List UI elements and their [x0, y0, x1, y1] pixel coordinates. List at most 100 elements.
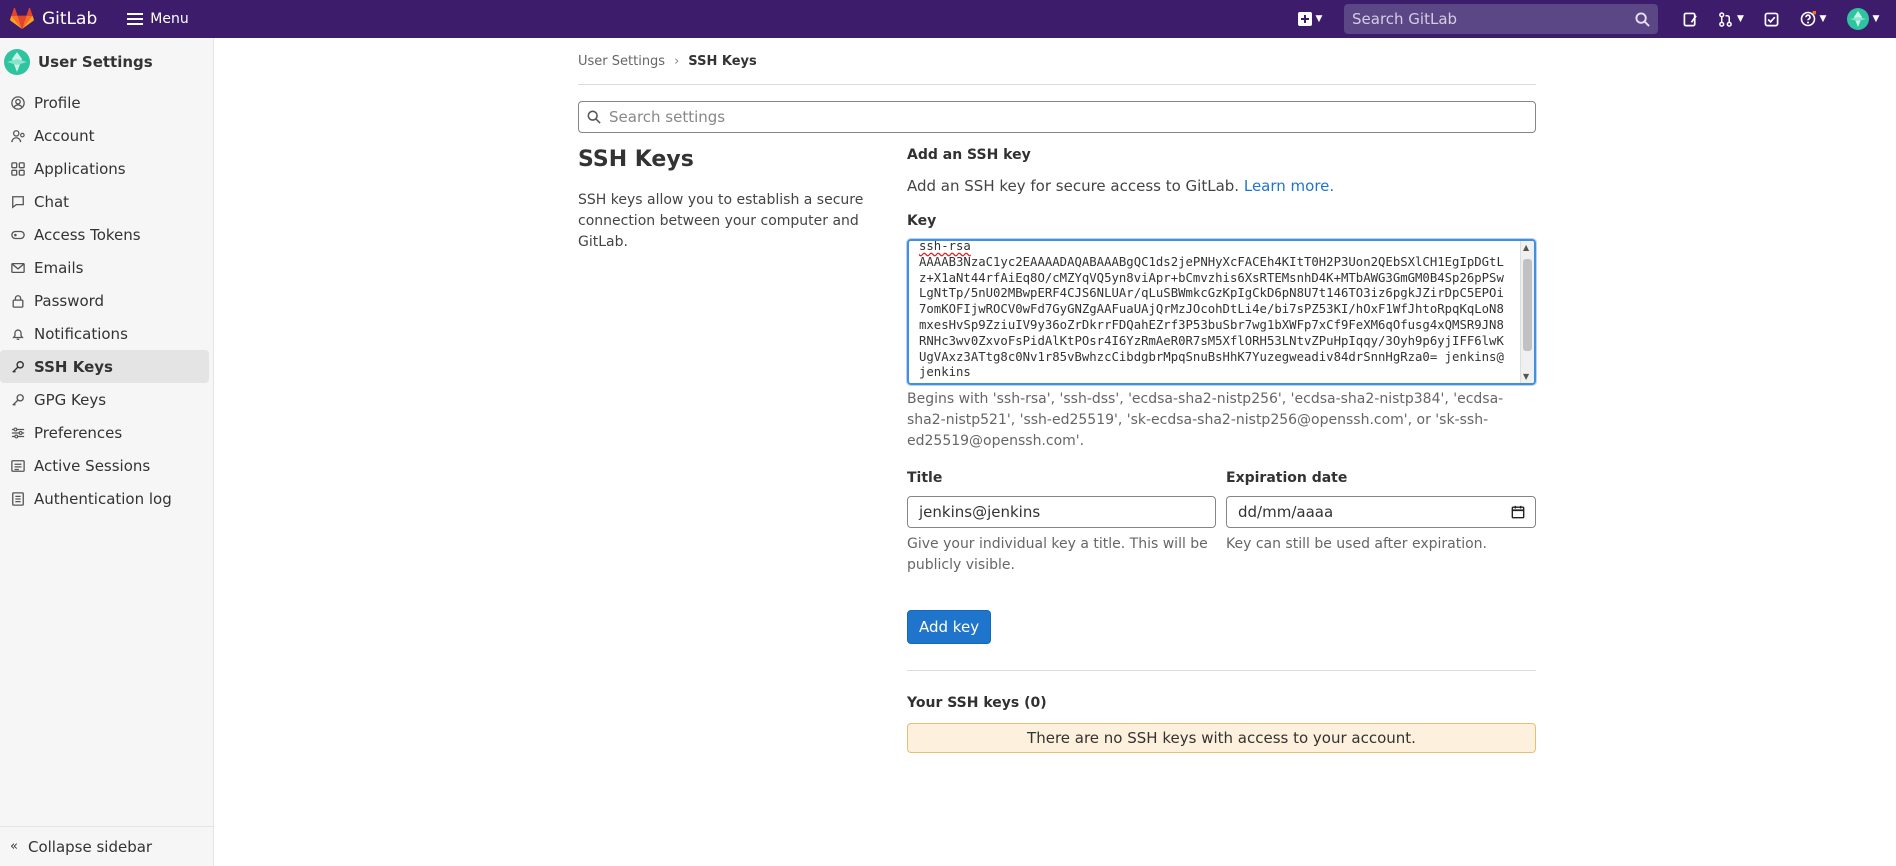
mail-icon — [10, 260, 26, 276]
sidebar-item-gpg-keys[interactable]: GPG Keys — [0, 383, 209, 416]
plus-square-icon — [1297, 12, 1312, 26]
sidebar-item-label: Active Sessions — [34, 456, 151, 475]
sidebar-item-chat[interactable]: Chat — [0, 185, 209, 218]
chevron-down-icon: ▼ — [1737, 14, 1744, 24]
scroll-up-icon[interactable]: ▲ — [1523, 243, 1529, 252]
gitlab-home-link[interactable]: GitLab — [10, 0, 97, 38]
merge-requests-button[interactable]: ▼ — [1708, 11, 1754, 27]
sidebar-item-label: Authentication log — [34, 489, 172, 508]
breadcrumb: User Settings › SSH Keys — [578, 38, 1536, 85]
sidebar-item-notifications[interactable]: Notifications — [0, 317, 209, 350]
sidebar-item-preferences[interactable]: Preferences — [0, 416, 209, 449]
brand-name: GitLab — [42, 9, 98, 29]
sidebar-item-access-tokens[interactable]: Access Tokens — [0, 218, 209, 251]
learn-more-link[interactable]: Learn more. — [1244, 177, 1334, 195]
help-icon — [1800, 11, 1816, 27]
expiration-field-group: Expiration date dd/mm/aaaa Key can still… — [1226, 470, 1536, 555]
sidebar-item-label: Password — [34, 291, 105, 310]
your-keys-heading: Your SSH keys (0) — [907, 695, 1047, 711]
log-icon — [10, 491, 26, 507]
calendar-icon[interactable] — [1511, 505, 1525, 519]
add-key-heading: Add an SSH key — [907, 147, 1031, 163]
expiration-label: Expiration date — [1226, 470, 1348, 486]
user-avatar-icon — [4, 49, 30, 75]
issues-icon — [1683, 12, 1697, 26]
add-ssh-key-form: Add an SSH key Add an SSH key for secure… — [907, 147, 1536, 753]
page-title: SSH Keys — [578, 147, 694, 172]
key-body-text: AAAAB3NzaC1yc2EAAAADAQABAAABgQC1ds2jePNH… — [919, 254, 1504, 380]
bell-icon — [10, 326, 26, 342]
sidebar-item-label: SSH Keys — [34, 357, 113, 376]
new-dropdown-button[interactable]: ▼ — [1290, 12, 1330, 26]
sidebar-item-authentication-log[interactable]: Authentication log — [0, 482, 209, 515]
sessions-icon — [10, 458, 26, 474]
sidebar-item-active-sessions[interactable]: Active Sessions — [0, 449, 209, 482]
collapse-sidebar-button[interactable]: « Collapse sidebar — [0, 826, 213, 866]
section-description: SSH keys allow you to establish a secure… — [578, 192, 864, 250]
issues-button[interactable] — [1672, 12, 1708, 27]
title-field-group: Title jenkins@jenkins Give your individu… — [907, 470, 1216, 576]
expiration-help-text: Key can still be used after expiration. — [1226, 536, 1488, 552]
sidebar-item-password[interactable]: Password — [0, 284, 209, 317]
hamburger-icon — [127, 10, 144, 28]
expiration-date-input[interactable]: dd/mm/aaaa — [1226, 496, 1536, 528]
sidebar-item-label: Chat — [34, 192, 70, 211]
merge-request-icon — [1719, 11, 1732, 27]
sidebar-item-applications[interactable]: Applications — [0, 152, 209, 185]
main-menu-button[interactable]: Menu — [127, 10, 189, 28]
empty-keys-alert: There are no SSH keys with access to you… — [907, 723, 1536, 753]
search-icon — [1635, 11, 1650, 27]
breadcrumb-current[interactable]: SSH Keys — [688, 54, 756, 69]
chevron-down-icon: ▼ — [1872, 14, 1880, 24]
token-icon — [10, 227, 26, 243]
chat-icon — [10, 194, 26, 210]
collapse-sidebar-label: Collapse sidebar — [27, 837, 153, 856]
main-content: User Settings › SSH Keys Search settings… — [578, 38, 1536, 753]
sidebar-item-emails[interactable]: Emails — [0, 251, 209, 284]
sidebar-item-ssh-keys[interactable]: SSH Keys — [0, 350, 209, 383]
top-navbar: GitLab Menu ▼ Search GitLab ▼ ▼ ▼ — [0, 0, 1896, 38]
lock-icon — [10, 293, 26, 309]
avatar-icon — [1846, 8, 1869, 30]
sidebar-item-label: Access Tokens — [34, 225, 141, 244]
sidebar-item-account[interactable]: Account — [0, 119, 209, 152]
gitlab-logo-icon — [10, 8, 34, 29]
add-key-intro: Add an SSH key for secure access to GitL… — [907, 177, 1536, 195]
scrollbar-thumb[interactable] — [1523, 259, 1532, 351]
key-textarea-value: ssh-rsa AAAAB3NzaC1yc2EAAAADAQABAAABgQC1… — [919, 239, 1509, 381]
key-icon — [10, 359, 26, 375]
key-type-text: ssh-rsa — [919, 239, 971, 253]
add-key-button[interactable]: Add key — [907, 610, 992, 644]
help-button[interactable]: ▼ — [1788, 11, 1838, 27]
key-label: Key — [907, 213, 937, 229]
key-textarea[interactable]: ssh-rsa AAAAB3NzaC1yc2EAAAADAQABAAABgQC1… — [907, 239, 1536, 385]
sidebar-title[interactable]: User Settings — [0, 38, 213, 86]
search-icon — [587, 110, 601, 124]
divider — [907, 670, 1536, 671]
scroll-down-icon[interactable]: ▼ — [1523, 372, 1529, 381]
sidebar-item-label: Applications — [34, 159, 126, 178]
global-search-placeholder: Search GitLab — [1352, 10, 1458, 28]
sidebar-item-profile[interactable]: Profile — [0, 86, 209, 119]
key-help-text: Begins with 'ssh-rsa', 'ssh-dss', 'ecdsa… — [907, 391, 1504, 449]
chevron-down-icon: ▼ — [1819, 14, 1827, 24]
todos-button[interactable] — [1754, 12, 1788, 27]
sidebar-item-label: Account — [34, 126, 95, 145]
title-input[interactable]: jenkins@jenkins — [907, 496, 1216, 528]
sidebar-item-label: Preferences — [34, 423, 123, 442]
sidebar-item-label: GPG Keys — [34, 390, 107, 409]
profile-icon — [10, 95, 26, 111]
sidebar-item-label: Notifications — [34, 324, 128, 343]
expiration-date-placeholder: dd/mm/aaaa — [1238, 503, 1334, 521]
menu-label: Menu — [150, 11, 189, 27]
textarea-scrollbar[interactable]: ▲ ▼ — [1520, 241, 1534, 383]
sidebar-title-label: User Settings — [38, 53, 153, 71]
breadcrumb-parent-link[interactable]: User Settings — [578, 54, 665, 69]
empty-keys-message: There are no SSH keys with access to you… — [1027, 729, 1416, 747]
section-info: SSH Keys SSH keys allow you to establish… — [578, 147, 868, 253]
user-menu-button[interactable]: ▼ — [1838, 8, 1888, 30]
settings-search-input[interactable]: Search settings — [578, 101, 1536, 133]
todo-icon — [1764, 12, 1778, 26]
chevron-down-icon: ▼ — [1315, 14, 1323, 24]
global-search-input[interactable]: Search GitLab — [1344, 4, 1658, 34]
